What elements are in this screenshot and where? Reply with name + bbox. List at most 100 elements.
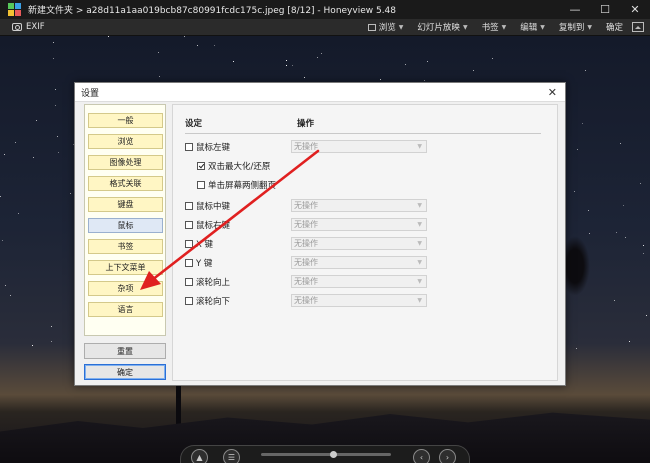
next-icon[interactable]: › (439, 449, 456, 463)
double-click-checkbox[interactable] (197, 162, 205, 170)
reset-button[interactable]: 重置 (84, 343, 166, 359)
select-value: 无操作 (294, 296, 318, 305)
category-general[interactable]: 一般 (88, 113, 163, 128)
star (15, 142, 16, 143)
side-click-checkbox[interactable] (197, 181, 205, 189)
chevron-down-icon: ▼ (398, 23, 404, 31)
setting-row-wheel-down[interactable]: 滚轮向下 (185, 295, 230, 307)
slideshow-menu[interactable]: 幻灯片放映 ▼ (410, 19, 474, 36)
chevron-down-icon: ▼ (417, 297, 422, 304)
star (32, 345, 33, 346)
bottom-navigation: ▲ ☰ ‹ › (180, 445, 470, 463)
edit-menu[interactable]: 编辑 ▼ (513, 19, 552, 36)
star (492, 58, 493, 59)
exif-button[interactable]: EXIF (0, 22, 361, 32)
left-button-checkbox[interactable] (185, 143, 193, 151)
star (424, 80, 425, 81)
column-header-setting: 设定 (185, 119, 203, 129)
up-icon[interactable]: ▲ (191, 449, 208, 463)
star (629, 341, 630, 342)
title-bar: 新建文件夹 > a28d11a1aa019bcb87c80991fcdc175c… (0, 0, 650, 19)
chevron-down-icon: ▼ (417, 278, 422, 285)
category-browse[interactable]: 浏览 (88, 134, 163, 149)
setting-row-right-button[interactable]: 鼠标右键 (185, 219, 230, 231)
ok-button[interactable]: 确定 (84, 364, 166, 380)
maximize-button[interactable]: ☐ (590, 0, 620, 19)
setting-label: 滚轮向上 (196, 278, 231, 288)
middle-button-checkbox[interactable] (185, 202, 193, 210)
wheel-up-checkbox[interactable] (185, 278, 193, 286)
x-button-action-select[interactable]: 无操作 ▼ (291, 237, 427, 250)
star (577, 149, 578, 150)
setting-row-side-click[interactable]: 单击屏幕两侧翻页 (197, 179, 276, 191)
setting-label: 鼠标左键 (196, 143, 231, 153)
browse-menu[interactable]: 浏览 ▼ (361, 19, 411, 36)
star (36, 120, 37, 121)
star (233, 61, 234, 62)
setting-row-x-button[interactable]: X 键 (185, 238, 213, 250)
star (380, 79, 381, 80)
previous-icon[interactable]: ‹ (413, 449, 430, 463)
setting-row-left-button[interactable]: 鼠标左键 (185, 141, 230, 153)
minimize-button[interactable]: — (560, 0, 590, 19)
select-value: 无操作 (294, 258, 318, 267)
settings-dialog: 设置 ✕ 一般 浏览 图像处理 格式关联 键盘 鼠标 书签 上下文菜单 杂项 语… (74, 82, 566, 386)
mouse-settings-panel: 设定 操作 鼠标左键 无操作 ▼ 双击最大化/还原 单击屏幕两侧翻页 鼠标中键 无… (172, 104, 558, 381)
setting-row-wheel-up[interactable]: 滚轮向上 (185, 276, 230, 288)
star (473, 70, 474, 71)
x-button-checkbox[interactable] (185, 240, 193, 248)
star (588, 210, 589, 211)
toolbar-toggle-icon[interactable] (632, 22, 644, 32)
star (158, 52, 159, 53)
select-value: 无操作 (294, 220, 318, 229)
star (108, 36, 109, 37)
setting-row-double-click[interactable]: 双击最大化/还原 (197, 160, 270, 172)
wheel-down-checkbox[interactable] (185, 297, 193, 305)
category-misc[interactable]: 杂项 (88, 281, 163, 296)
wheel-down-action-select[interactable]: 无操作 ▼ (291, 294, 427, 307)
camera-icon (12, 23, 22, 31)
category-language[interactable]: 语言 (88, 302, 163, 317)
y-button-action-select[interactable]: 无操作 ▼ (291, 256, 427, 269)
star (55, 105, 56, 106)
chevron-down-icon: ▼ (417, 259, 422, 266)
page-slider-handle[interactable] (329, 451, 337, 458)
bookmark-menu[interactable]: 书签 ▼ (475, 19, 514, 36)
confirm-toolbar-button[interactable]: 确定 (599, 19, 630, 36)
setting-row-middle-button[interactable]: 鼠标中键 (185, 200, 230, 212)
close-window-button[interactable]: ✕ (620, 0, 650, 19)
page-slider[interactable] (261, 451, 391, 458)
star (427, 61, 428, 62)
setting-row-y-button[interactable]: Y 键 (185, 257, 212, 269)
star (214, 45, 215, 46)
category-mouse[interactable]: 鼠标 (88, 218, 163, 233)
star (58, 152, 59, 153)
star (321, 53, 322, 54)
right-button-action-select[interactable]: 无操作 ▼ (291, 218, 427, 231)
star (18, 213, 19, 214)
copy-to-menu[interactable]: 复制到 ▼ (552, 19, 599, 36)
star (640, 183, 641, 184)
close-icon[interactable]: ✕ (548, 86, 557, 99)
menu-icon[interactable]: ☰ (223, 449, 240, 463)
star (0, 196, 1, 197)
bookmark-label: 书签 (481, 23, 499, 33)
setting-label: Y 键 (196, 259, 213, 269)
dialog-title: 设置 (75, 83, 565, 102)
wheel-up-action-select[interactable]: 无操作 ▼ (291, 275, 427, 288)
category-image[interactable]: 图像处理 (88, 155, 163, 170)
header-divider (185, 133, 541, 134)
column-header-action: 操作 (297, 119, 315, 129)
right-button-checkbox[interactable] (185, 221, 193, 229)
category-bookmarks[interactable]: 书签 (88, 239, 163, 254)
star (304, 77, 305, 78)
left-button-action-select[interactable]: 无操作 ▼ (291, 140, 427, 153)
edit-label: 编辑 (520, 23, 538, 33)
setting-label: 双击最大化/还原 (208, 162, 271, 172)
category-context-menu[interactable]: 上下文菜单 (88, 260, 163, 275)
category-formats[interactable]: 格式关联 (88, 176, 163, 191)
y-button-checkbox[interactable] (185, 259, 193, 267)
star (55, 89, 56, 90)
middle-button-action-select[interactable]: 无操作 ▼ (291, 199, 427, 212)
category-keyboard[interactable]: 键盘 (88, 197, 163, 212)
